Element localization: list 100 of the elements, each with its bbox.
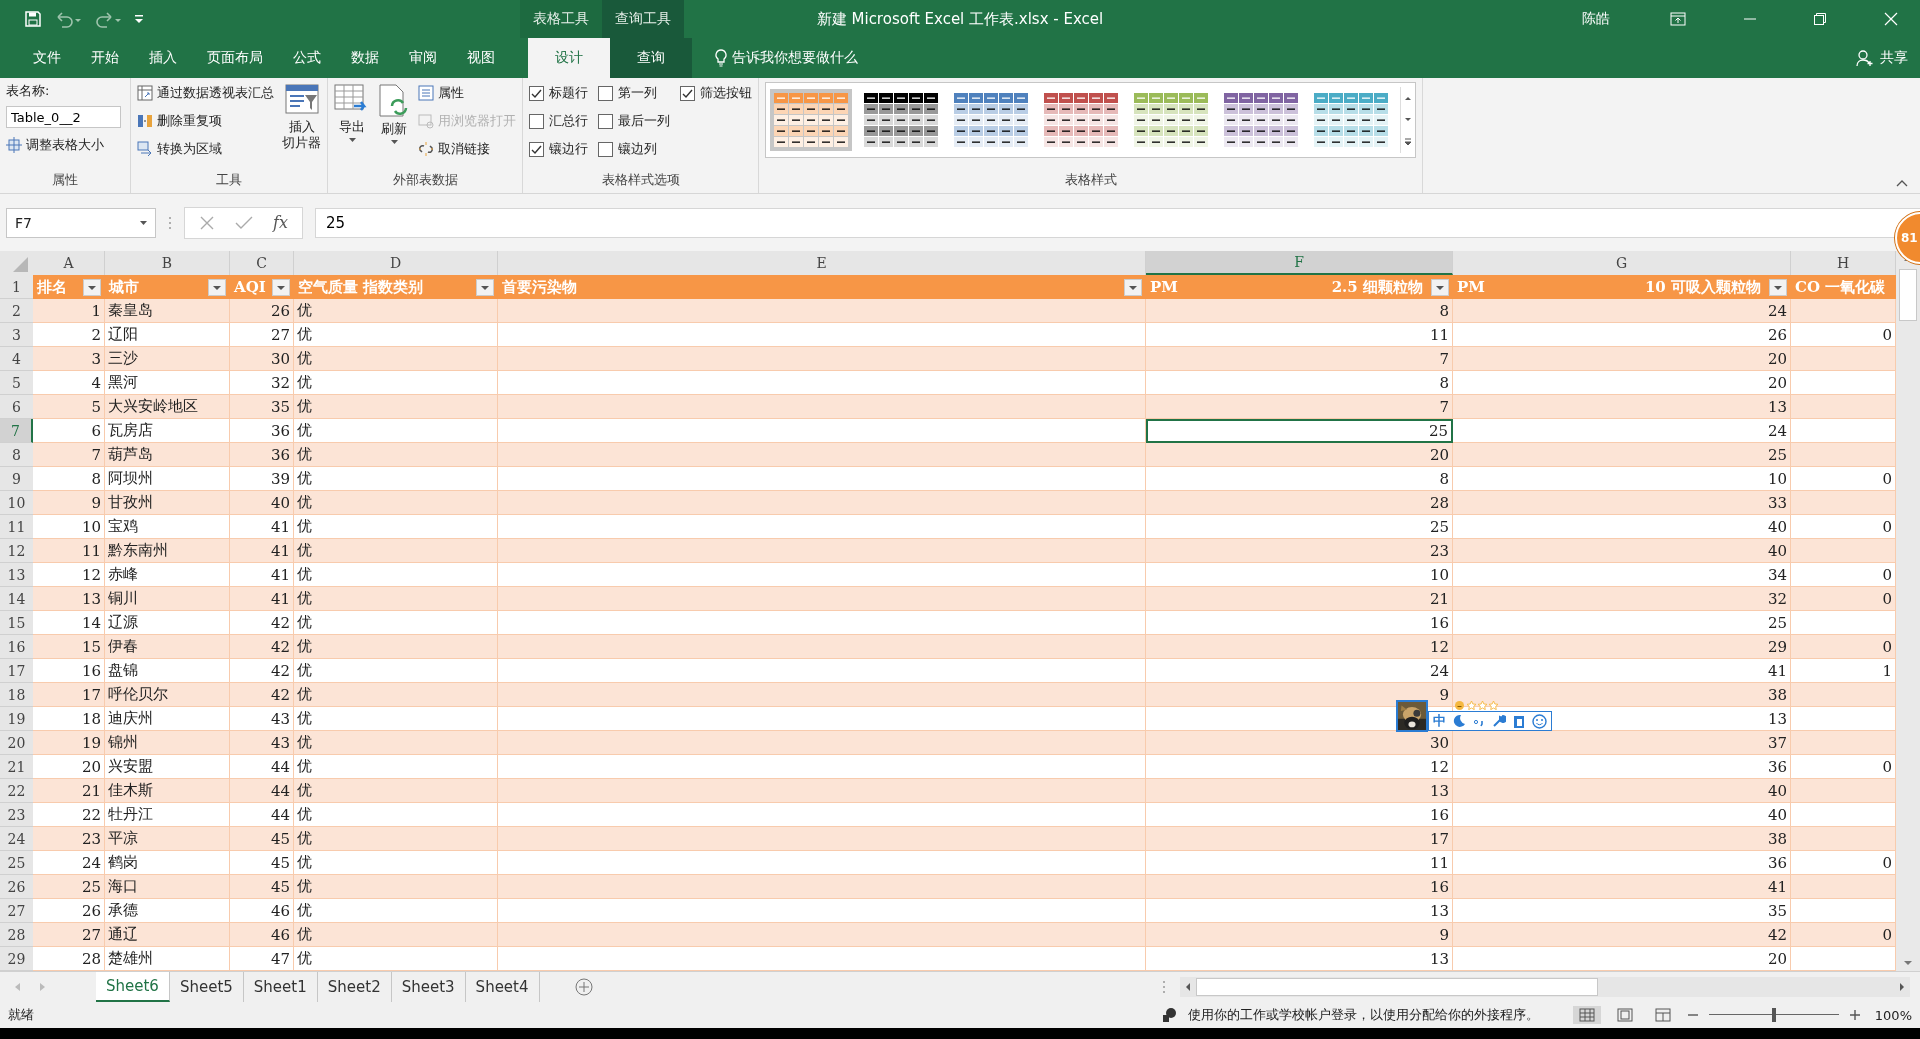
collapse-ribbon-icon[interactable]: [1896, 179, 1908, 187]
row-header[interactable]: 8: [0, 443, 33, 467]
checkbox[interactable]: [680, 85, 695, 101]
ribbon-tab[interactable]: 开始: [76, 38, 134, 78]
ribbon-tab[interactable]: 文件: [18, 38, 76, 78]
add-sheet-icon[interactable]: [573, 977, 594, 997]
row-header[interactable]: 15: [0, 611, 33, 635]
resize-table-button[interactable]: 调整表格大小: [6, 134, 124, 156]
horizontal-scrollbar[interactable]: [1180, 977, 1910, 997]
row-header[interactable]: 21: [0, 755, 33, 779]
smiley-icon[interactable]: [1532, 713, 1547, 729]
checkbox[interactable]: [529, 85, 544, 101]
checkbox[interactable]: [598, 141, 613, 157]
undo-icon[interactable]: [54, 10, 82, 28]
insert-slicer-button[interactable]: 插入 切片器: [282, 82, 321, 171]
style-option-checkbox[interactable]: 第一列: [598, 82, 670, 104]
row-header[interactable]: 17: [0, 659, 33, 683]
tool-button[interactable]: 转换为区域: [137, 138, 274, 160]
row-header[interactable]: 10: [0, 491, 33, 515]
scroll-thumb[interactable]: [1899, 269, 1917, 321]
ribbon-tab[interactable]: 设计: [528, 38, 610, 78]
table-name-field[interactable]: Table_0__2: [6, 106, 121, 128]
ribbon-tab[interactable]: 公式: [278, 38, 336, 78]
row-header[interactable]: 14: [0, 587, 33, 611]
ribbon-tab[interactable]: 数据: [336, 38, 394, 78]
zoom-slider[interactable]: [1708, 1008, 1839, 1022]
redo-icon[interactable]: [94, 10, 122, 28]
save-icon[interactable]: [24, 10, 42, 28]
filter-dropdown-icon[interactable]: [208, 278, 226, 296]
row-header[interactable]: 27: [0, 899, 33, 923]
filter-dropdown-icon[interactable]: [1124, 278, 1142, 296]
tool-button[interactable]: 删除重复项: [137, 110, 274, 132]
clipboard-icon[interactable]: [1512, 714, 1526, 728]
row-header[interactable]: 7: [0, 419, 33, 443]
style-option-checkbox[interactable]: 标题行: [529, 82, 588, 104]
style-option-checkbox[interactable]: 筛选按钮: [680, 82, 752, 104]
row-header[interactable]: 20: [0, 731, 33, 755]
row-header[interactable]: 29: [0, 947, 33, 971]
tool-button[interactable]: 通过数据透视表汇总: [137, 82, 274, 104]
export-button[interactable]: 导出: [334, 82, 370, 171]
ribbon-tab[interactable]: 页面布局: [192, 38, 278, 78]
insert-function-button[interactable]: fx: [273, 213, 288, 232]
row-header[interactable]: 19: [0, 707, 33, 731]
external-data-button[interactable]: 取消链接: [418, 138, 516, 160]
scroll-thumb[interactable]: [1196, 978, 1598, 996]
moon-icon[interactable]: [1452, 714, 1466, 728]
share-button[interactable]: 共享: [1880, 49, 1908, 67]
ribbon-tab[interactable]: 查询: [610, 38, 692, 78]
style-option-checkbox[interactable]: 镶边列: [598, 138, 670, 160]
row-header[interactable]: 26: [0, 875, 33, 899]
filter-dropdown-icon[interactable]: [476, 278, 494, 296]
row-header[interactable]: 3: [0, 323, 33, 347]
zoom-in-icon[interactable]: [1848, 1009, 1861, 1021]
tell-me-search[interactable]: 告诉我你想要做什么: [732, 49, 858, 67]
row-header[interactable]: 24: [0, 827, 33, 851]
restore-icon[interactable]: [1814, 13, 1826, 25]
lightbulb-icon[interactable]: [714, 49, 728, 67]
filter-dropdown-icon[interactable]: [1769, 278, 1787, 296]
table-style-swatch[interactable]: [770, 89, 852, 151]
person-add-icon[interactable]: [1856, 49, 1874, 67]
row-header[interactable]: 4: [0, 347, 33, 371]
ribbon-tab[interactable]: 审阅: [394, 38, 452, 78]
selected-cell[interactable]: 25: [1146, 419, 1453, 443]
checkbox[interactable]: [598, 113, 613, 129]
row-header[interactable]: 5: [0, 371, 33, 395]
ribbon-tab[interactable]: 视图: [452, 38, 510, 78]
close-icon[interactable]: [1884, 12, 1898, 26]
checkbox[interactable]: [529, 113, 544, 129]
style-option-checkbox[interactable]: 汇总行: [529, 110, 588, 132]
checkbox[interactable]: [598, 85, 613, 101]
row-header[interactable]: 16: [0, 635, 33, 659]
row-header[interactable]: 6: [0, 395, 33, 419]
refresh-button[interactable]: 刷新: [378, 82, 410, 171]
name-box[interactable]: F7: [6, 207, 156, 238]
row-header[interactable]: 18: [0, 683, 33, 707]
input-mode-button[interactable]: 中: [1433, 712, 1446, 730]
row-header[interactable]: 25: [0, 851, 33, 875]
row-header[interactable]: 2: [0, 299, 33, 323]
checkbox[interactable]: [529, 141, 544, 157]
filter-dropdown-icon[interactable]: [1431, 278, 1449, 296]
view-button[interactable]: [1572, 1006, 1601, 1024]
filter-dropdown-icon[interactable]: [83, 278, 101, 296]
ribbon-tab[interactable]: 插入: [134, 38, 192, 78]
row-header[interactable]: 1: [0, 275, 33, 299]
user-name[interactable]: 陈皓: [1582, 10, 1610, 28]
ribbon-display-icon[interactable]: [1670, 12, 1686, 26]
row-header[interactable]: 28: [0, 923, 33, 947]
style-option-checkbox[interactable]: 镶边行: [529, 138, 588, 160]
zoom-level[interactable]: 100%: [1874, 1007, 1912, 1023]
style-option-checkbox[interactable]: 最后一列: [598, 110, 670, 132]
row-header[interactable]: 23: [0, 803, 33, 827]
vertical-scrollbar[interactable]: [1896, 251, 1920, 971]
wrench-icon[interactable]: [1492, 714, 1506, 728]
row-header[interactable]: 12: [0, 539, 33, 563]
row-header[interactable]: 9: [0, 467, 33, 491]
row-header[interactable]: 11: [0, 515, 33, 539]
column-header[interactable]: F: [1146, 251, 1453, 275]
customize-icon[interactable]: [134, 13, 144, 25]
row-header[interactable]: 13: [0, 563, 33, 587]
external-data-button[interactable]: 属性: [418, 82, 516, 104]
